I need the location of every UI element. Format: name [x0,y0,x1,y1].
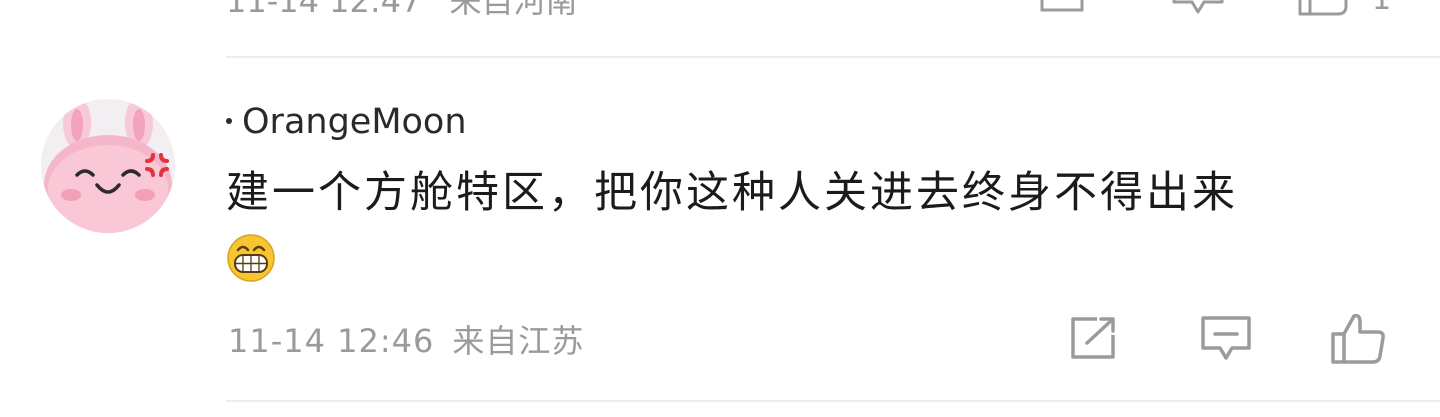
divider [226,56,1440,58]
share-icon [1071,317,1115,359]
previous-comment-footer: 11-14 12:47 来自河南 1 [226,0,1440,20]
previous-comment-meta: 11-14 12:47 来自河南 [226,0,578,22]
comment-time: 11-14 12:46 [228,322,435,360]
comment-location: 来自江苏 [452,322,585,360]
reply-button[interactable] [1198,312,1254,364]
divider [226,400,1440,402]
previous-share-button[interactable] [1038,0,1088,18]
previous-reply-button[interactable] [1172,0,1224,20]
comment-text: 建一个方舱特区，把你这种人关进去终身不得出来 [226,168,1238,218]
previous-comment-time: 11-14 12:47 [226,0,422,20]
reply-icon [1172,0,1224,14]
grinning-face-icon [227,234,275,282]
like-icon [1298,0,1348,16]
like-icon [1331,313,1385,364]
reply-icon [1201,316,1251,360]
comment-meta: 11-14 12:46 来自江苏 [228,316,584,362]
like-button[interactable] [1330,312,1386,364]
comment-thread: 11-14 12:47 来自河南 1 [0,0,1440,417]
comment-author[interactable]: OrangeMoon [226,100,467,144]
share-icon [1040,0,1084,12]
author-dot [226,118,232,124]
grinning-face-emoji [226,233,276,283]
author-name: OrangeMoon [242,102,467,142]
previous-like-button[interactable] [1298,0,1350,20]
previous-like-count: 1 [1372,0,1391,17]
bunny-avatar-icon [41,99,175,233]
previous-comment-location: 来自河南 [449,0,578,20]
share-button[interactable] [1066,312,1122,364]
avatar[interactable] [41,99,175,233]
